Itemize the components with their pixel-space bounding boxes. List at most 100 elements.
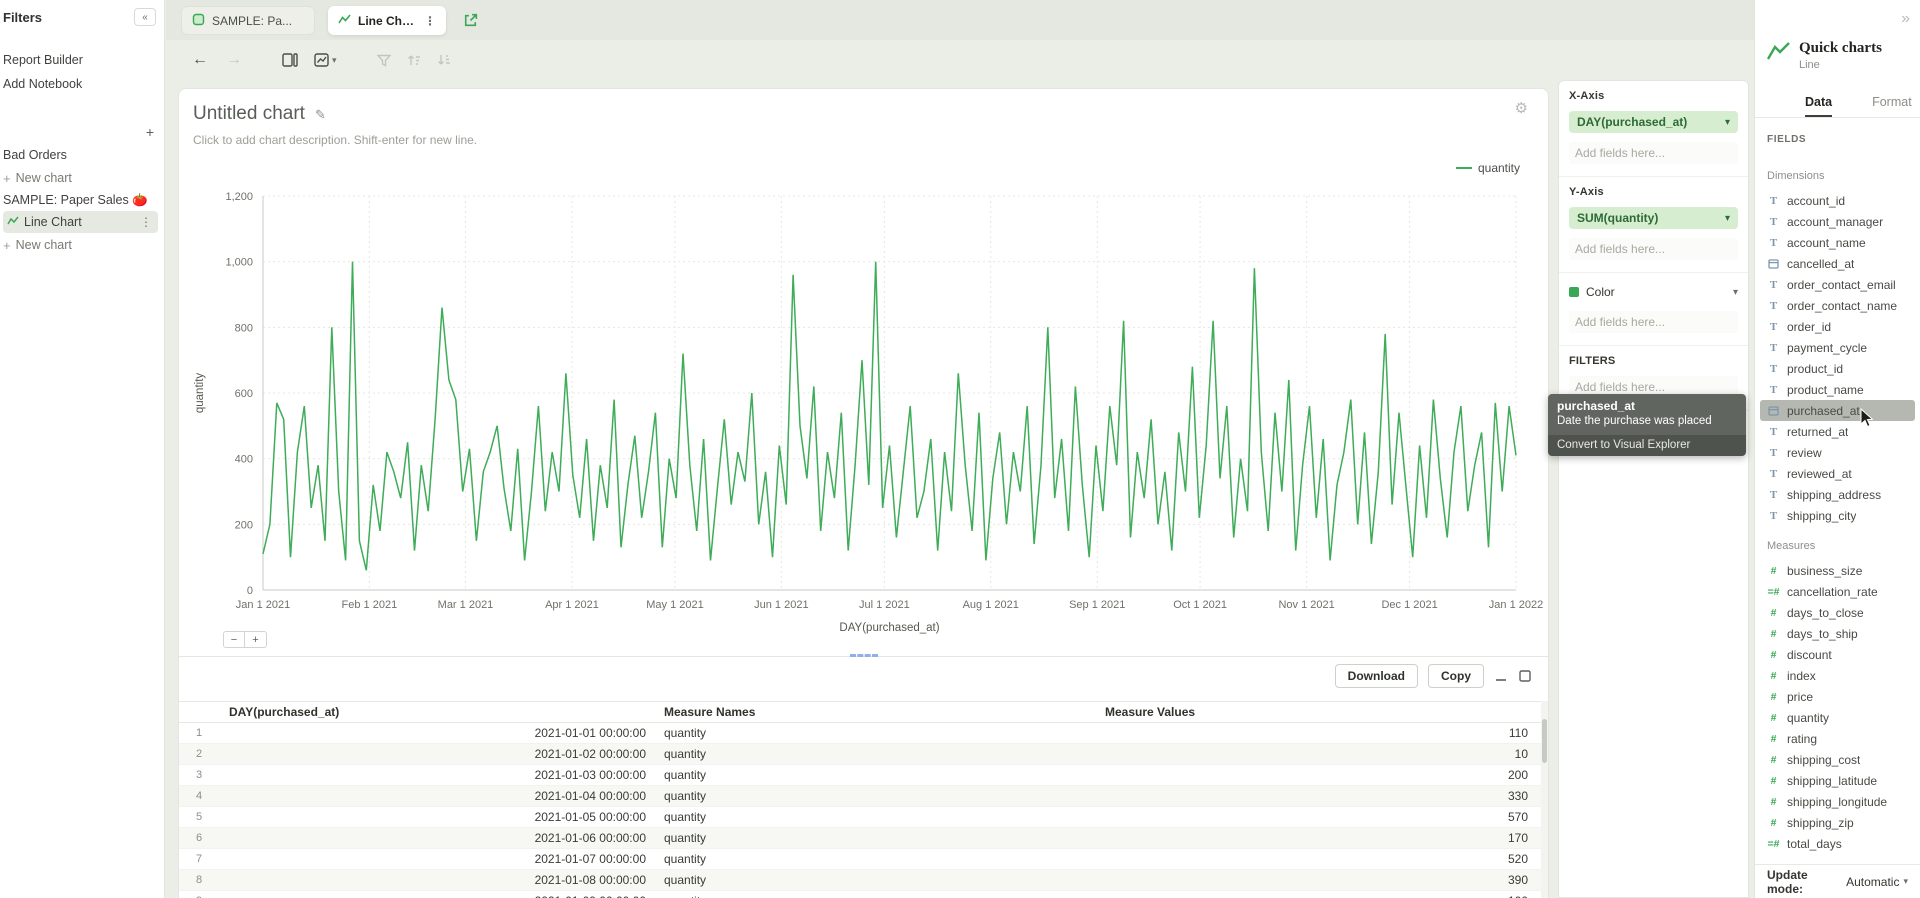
- chart-description-placeholder[interactable]: Click to add chart description. Shift-en…: [193, 133, 477, 147]
- table-row[interactable]: 42021-01-04 00:00:00quantity330: [179, 786, 1541, 807]
- dimension-field-payment_cycle[interactable]: Tpayment_cycle: [1755, 337, 1920, 358]
- chart-type-dropdown[interactable]: ▾: [314, 53, 337, 67]
- dimension-field-product_name[interactable]: Tproduct_name: [1755, 379, 1920, 400]
- svg-text:600: 600: [235, 388, 253, 400]
- collapse-sidebar-icon[interactable]: «: [134, 8, 156, 26]
- zoom-out-button[interactable]: −: [223, 631, 245, 648]
- table-row[interactable]: 12021-01-01 00:00:00quantity110: [179, 723, 1541, 744]
- measure-field-discount[interactable]: #discount: [1755, 644, 1920, 665]
- measure-field-business_size[interactable]: #business_size: [1755, 560, 1920, 581]
- resize-handle[interactable]: [850, 654, 878, 657]
- sort-ascending-icon[interactable]: [407, 53, 421, 67]
- measure-field-total_days[interactable]: =#total_days: [1755, 833, 1920, 854]
- dimension-field-purchased_at[interactable]: purchased_at: [1760, 400, 1915, 421]
- sidebar-item-line-chart[interactable]: Line Chart ⋮: [3, 211, 158, 233]
- sidebar-item-new-chart-2[interactable]: + New chart: [3, 235, 160, 255]
- tab-format[interactable]: Format: [1872, 90, 1912, 117]
- dimension-field-shipping_address[interactable]: Tshipping_address: [1755, 484, 1920, 505]
- row-number: 4: [179, 790, 219, 802]
- filter-icon[interactable]: [377, 54, 391, 67]
- back-button[interactable]: ←: [192, 52, 208, 68]
- color-drop-zone[interactable]: Add fields here...: [1569, 311, 1738, 333]
- table-row[interactable]: 32021-01-03 00:00:00quantity200: [179, 765, 1541, 786]
- panels-icon[interactable]: [282, 53, 298, 67]
- dimension-field-shipping_city[interactable]: Tshipping_city: [1755, 505, 1920, 526]
- measure-field-shipping_cost[interactable]: #shipping_cost: [1755, 749, 1920, 770]
- share-icon[interactable]: [462, 12, 479, 34]
- dimension-field-account_name[interactable]: Taccount_name: [1755, 232, 1920, 253]
- column-header-measure-values[interactable]: Measure Values: [1105, 705, 1543, 719]
- chart-title[interactable]: Untitled chart: [193, 103, 305, 125]
- kebab-menu-icon[interactable]: ⋮: [140, 215, 152, 229]
- column-header-day[interactable]: DAY(purchased_at): [219, 705, 664, 719]
- filters-label: FILTERS: [1569, 355, 1738, 367]
- measure-field-cancellation_rate[interactable]: =#cancellation_rate: [1755, 581, 1920, 602]
- tab-menu-icon[interactable]: ⋮: [424, 14, 436, 28]
- measure-field-quantity[interactable]: #quantity: [1755, 707, 1920, 728]
- copy-button[interactable]: Copy: [1428, 664, 1484, 688]
- table-row[interactable]: 52021-01-05 00:00:00quantity570: [179, 807, 1541, 828]
- svg-text:Jul 1 2021: Jul 1 2021: [859, 599, 910, 611]
- tab-data[interactable]: Data: [1805, 90, 1832, 117]
- measure-field-rating[interactable]: #rating: [1755, 728, 1920, 749]
- measure-field-days_to_ship[interactable]: #days_to_ship: [1755, 623, 1920, 644]
- measure-field-days_to_close[interactable]: #days_to_close: [1755, 602, 1920, 623]
- field-name: discount: [1787, 648, 1832, 662]
- sort-descending-icon[interactable]: [437, 53, 451, 67]
- dimension-field-account_manager[interactable]: Taccount_manager: [1755, 211, 1920, 232]
- sidebar-item-new-chart-1[interactable]: + New chart: [3, 168, 160, 188]
- measure-field-shipping_zip[interactable]: #shipping_zip: [1755, 812, 1920, 833]
- scrollbar-thumb[interactable]: [1542, 719, 1547, 763]
- table-row[interactable]: 82021-01-08 00:00:00quantity390: [179, 870, 1541, 891]
- dimension-field-order_id[interactable]: Torder_id: [1755, 316, 1920, 337]
- table-row[interactable]: 62021-01-06 00:00:00quantity170: [179, 828, 1541, 849]
- dimension-field-order_contact_email[interactable]: Torder_contact_email: [1755, 274, 1920, 295]
- add-workbook-button[interactable]: +: [146, 124, 154, 140]
- dimension-field-reviewed_at[interactable]: Treviewed_at: [1755, 463, 1920, 484]
- x-axis-drop-zone[interactable]: Add fields here...: [1569, 142, 1738, 164]
- collapse-panel-icon[interactable]: »: [1901, 10, 1910, 28]
- convert-to-visual-explorer-action[interactable]: Convert to Visual Explorer: [1548, 435, 1746, 456]
- table-row[interactable]: 22021-01-02 00:00:00quantity10: [179, 744, 1541, 765]
- measure-field-shipping_longitude[interactable]: #shipping_longitude: [1755, 791, 1920, 812]
- measure-field-index[interactable]: #index: [1755, 665, 1920, 686]
- y-axis-drop-zone[interactable]: Add fields here...: [1569, 238, 1738, 260]
- expand-results-icon[interactable]: [1518, 669, 1532, 683]
- tab-sample-notebook[interactable]: SAMPLE: Pa...: [181, 6, 315, 35]
- dimension-field-cancelled_at[interactable]: cancelled_at: [1755, 253, 1920, 274]
- forward-button[interactable]: →: [226, 52, 242, 68]
- table-scrollbar[interactable]: [1541, 701, 1548, 898]
- zoom-in-button[interactable]: +: [245, 631, 267, 648]
- dimension-field-account_id[interactable]: Taccount_id: [1755, 190, 1920, 211]
- update-mode-dropdown[interactable]: Automatic ▾: [1846, 875, 1908, 889]
- sidebar-item-report-builder[interactable]: Report Builder: [3, 50, 160, 70]
- number-type-icon: #: [1767, 607, 1780, 619]
- x-axis-field-pill[interactable]: DAY(purchased_at) ▾: [1569, 111, 1738, 133]
- column-header-measure-names[interactable]: Measure Names: [664, 705, 1105, 719]
- sidebar-item-add-notebook[interactable]: Add Notebook: [3, 74, 160, 94]
- y-axis-field-pill[interactable]: SUM(quantity) ▾: [1569, 207, 1738, 229]
- color-dropdown[interactable]: Color ▾: [1569, 282, 1738, 302]
- svg-text:400: 400: [235, 454, 253, 466]
- measure-field-shipping_latitude[interactable]: #shipping_latitude: [1755, 770, 1920, 791]
- number-type-icon: #: [1767, 691, 1780, 703]
- dimension-field-returned_at[interactable]: Treturned_at: [1755, 421, 1920, 442]
- chart-settings-gear-icon[interactable]: ⚙: [1515, 99, 1528, 117]
- y-axis-label: Y-Axis: [1569, 186, 1738, 198]
- table-row[interactable]: 72021-01-07 00:00:00quantity520: [179, 849, 1541, 870]
- download-button[interactable]: Download: [1335, 664, 1418, 688]
- sidebar-item-sample-paper-sales[interactable]: SAMPLE: Paper Sales 🍅: [3, 190, 160, 210]
- quick-charts-title: Quick charts: [1799, 40, 1882, 57]
- dimension-field-review[interactable]: Treview: [1755, 442, 1920, 463]
- table-row[interactable]: 92021-01-09 00:00:00quantity100: [179, 891, 1541, 898]
- tab-line-chart[interactable]: Line Chart ⋮: [328, 6, 446, 35]
- caret-down-icon: ▾: [1733, 287, 1738, 298]
- edit-title-icon[interactable]: ✎: [315, 107, 326, 123]
- date-cell: 2021-01-02 00:00:00: [219, 747, 664, 761]
- measure-field-price[interactable]: #price: [1755, 686, 1920, 707]
- minimize-results-icon[interactable]: [1494, 669, 1508, 683]
- field-name: order_id: [1787, 320, 1831, 334]
- sidebar-item-bad-orders[interactable]: Bad Orders: [3, 145, 160, 165]
- dimension-field-product_id[interactable]: Tproduct_id: [1755, 358, 1920, 379]
- dimension-field-order_contact_name[interactable]: Torder_contact_name: [1755, 295, 1920, 316]
